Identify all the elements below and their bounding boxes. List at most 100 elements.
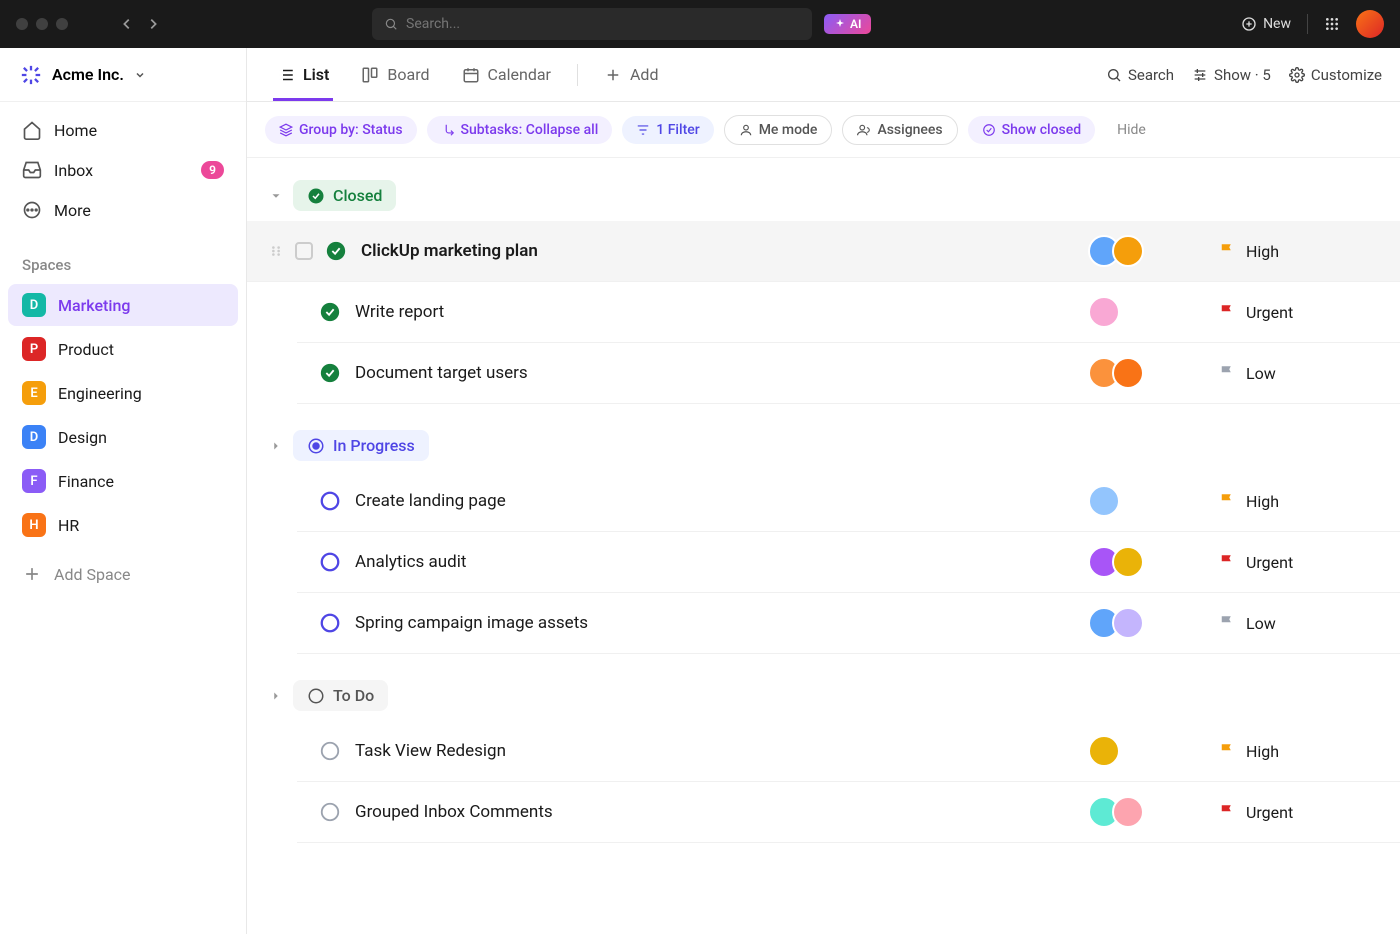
drag-handle-icon[interactable] (269, 244, 283, 258)
task-row[interactable]: ClickUp marketing plan High (247, 221, 1400, 282)
task-priority[interactable]: High (1218, 492, 1378, 511)
task-assignees[interactable] (1088, 796, 1218, 828)
group-by-label: Group by: Status (299, 122, 403, 138)
task-assignees[interactable] (1088, 546, 1218, 578)
priority-label: High (1246, 492, 1279, 511)
status-todo-icon[interactable] (319, 801, 341, 823)
customize-button[interactable]: Customize (1289, 66, 1382, 84)
triangle-right-icon[interactable] (269, 689, 283, 703)
task-priority[interactable]: Low (1218, 614, 1378, 633)
assignee-avatar[interactable] (1088, 485, 1120, 517)
task-checkbox[interactable] (295, 242, 313, 260)
ai-button[interactable]: AI (824, 14, 871, 34)
sidebar-item-inbox[interactable]: Inbox 9 (12, 150, 234, 190)
add-space-label: Add Space (54, 565, 131, 584)
priority-label: Urgent (1246, 553, 1293, 572)
task-row[interactable]: Analytics audit Urgent (297, 532, 1400, 593)
me-mode-chip[interactable]: Me mode (724, 115, 833, 145)
task-row[interactable]: Write report Urgent (297, 282, 1400, 343)
view-tab-board[interactable]: Board (349, 48, 441, 101)
status-todo-icon[interactable] (319, 740, 341, 762)
global-search[interactable] (372, 8, 812, 40)
group-by-chip[interactable]: Group by: Status (265, 116, 417, 144)
task-row[interactable]: Grouped Inbox Comments Urgent (297, 782, 1400, 843)
space-item-finance[interactable]: FFinance (8, 460, 238, 502)
filter-bar: Group by: Status Subtasks: Collapse all … (247, 102, 1400, 158)
sidebar-item-home[interactable]: Home (12, 110, 234, 150)
task-assignees[interactable] (1088, 735, 1218, 767)
view-tab-calendar[interactable]: Calendar (450, 48, 563, 101)
divider (577, 64, 578, 86)
task-priority[interactable]: High (1218, 742, 1378, 761)
hide-button[interactable]: Hide (1117, 122, 1146, 138)
close-window[interactable] (16, 18, 28, 30)
filter-chip[interactable]: 1 Filter (622, 116, 713, 144)
space-item-marketing[interactable]: DMarketing (8, 284, 238, 326)
group-header-closed[interactable]: Closed (247, 170, 1400, 221)
assignees-label: Assignees (877, 122, 942, 138)
task-priority[interactable]: Urgent (1218, 303, 1378, 322)
space-item-product[interactable]: PProduct (8, 328, 238, 370)
inbox-label: Inbox (54, 161, 93, 180)
assignee-avatar[interactable] (1112, 357, 1144, 389)
subtask-icon (441, 123, 455, 137)
new-button[interactable]: New (1241, 16, 1291, 32)
view-tab-list[interactable]: List (265, 48, 341, 101)
task-assignees[interactable] (1088, 357, 1218, 389)
apps-grid-icon[interactable] (1324, 16, 1340, 32)
status-progress-icon[interactable] (319, 551, 341, 573)
triangle-down-icon[interactable] (269, 189, 283, 203)
group-header-progress[interactable]: In Progress (247, 420, 1400, 471)
space-label: Finance (58, 472, 114, 491)
status-progress-icon[interactable] (319, 612, 341, 634)
task-priority[interactable]: Urgent (1218, 553, 1378, 572)
assignee-avatar[interactable] (1088, 296, 1120, 328)
assignee-avatar[interactable] (1112, 235, 1144, 267)
sliders-icon (1192, 67, 1208, 83)
priority-label: High (1246, 742, 1279, 761)
space-item-design[interactable]: DDesign (8, 416, 238, 458)
space-item-hr[interactable]: HHR (8, 504, 238, 546)
assignee-avatar[interactable] (1112, 607, 1144, 639)
sidebar-item-more[interactable]: More (12, 190, 234, 230)
add-space-button[interactable]: Add Space (8, 554, 238, 594)
task-priority[interactable]: Low (1218, 364, 1378, 383)
task-assignees[interactable] (1088, 485, 1218, 517)
status-closed-icon[interactable] (319, 362, 341, 384)
user-avatar[interactable] (1356, 10, 1384, 38)
add-view-button[interactable]: Add (592, 48, 670, 101)
assignees-chip[interactable]: Assignees (842, 115, 957, 145)
status-closed-icon[interactable] (319, 301, 341, 323)
people-icon (857, 123, 871, 137)
task-row[interactable]: Spring campaign image assets Low (297, 593, 1400, 654)
back-icon[interactable] (120, 17, 134, 31)
show-closed-chip[interactable]: Show closed (968, 116, 1095, 144)
minimize-window[interactable] (36, 18, 48, 30)
task-row[interactable]: Create landing page High (297, 471, 1400, 532)
assignee-avatar[interactable] (1088, 735, 1120, 767)
show-columns-button[interactable]: Show · 5 (1192, 66, 1271, 84)
task-priority[interactable]: High (1218, 242, 1378, 261)
status-closed-icon[interactable] (325, 240, 347, 262)
task-row[interactable]: Task View Redesign High (297, 721, 1400, 782)
forward-icon[interactable] (146, 17, 160, 31)
task-assignees[interactable] (1088, 607, 1218, 639)
search-tasks-button[interactable]: Search (1106, 66, 1174, 84)
priority-label: Urgent (1246, 803, 1293, 822)
assignee-avatar[interactable] (1112, 796, 1144, 828)
assignee-avatar[interactable] (1112, 546, 1144, 578)
space-item-engineering[interactable]: EEngineering (8, 372, 238, 414)
workspace-logo-icon (20, 64, 42, 86)
task-row[interactable]: Document target users Low (297, 343, 1400, 404)
workspace-switcher[interactable]: Acme Inc. (0, 48, 246, 102)
task-priority[interactable]: Urgent (1218, 803, 1378, 822)
spaces-heading: Spaces (0, 238, 246, 282)
maximize-window[interactable] (56, 18, 68, 30)
group-header-todo[interactable]: To Do (247, 670, 1400, 721)
status-progress-icon[interactable] (319, 490, 341, 512)
search-input[interactable] (406, 16, 800, 32)
task-assignees[interactable] (1088, 296, 1218, 328)
task-assignees[interactable] (1088, 235, 1218, 267)
subtasks-chip[interactable]: Subtasks: Collapse all (427, 116, 613, 144)
triangle-right-icon[interactable] (269, 439, 283, 453)
